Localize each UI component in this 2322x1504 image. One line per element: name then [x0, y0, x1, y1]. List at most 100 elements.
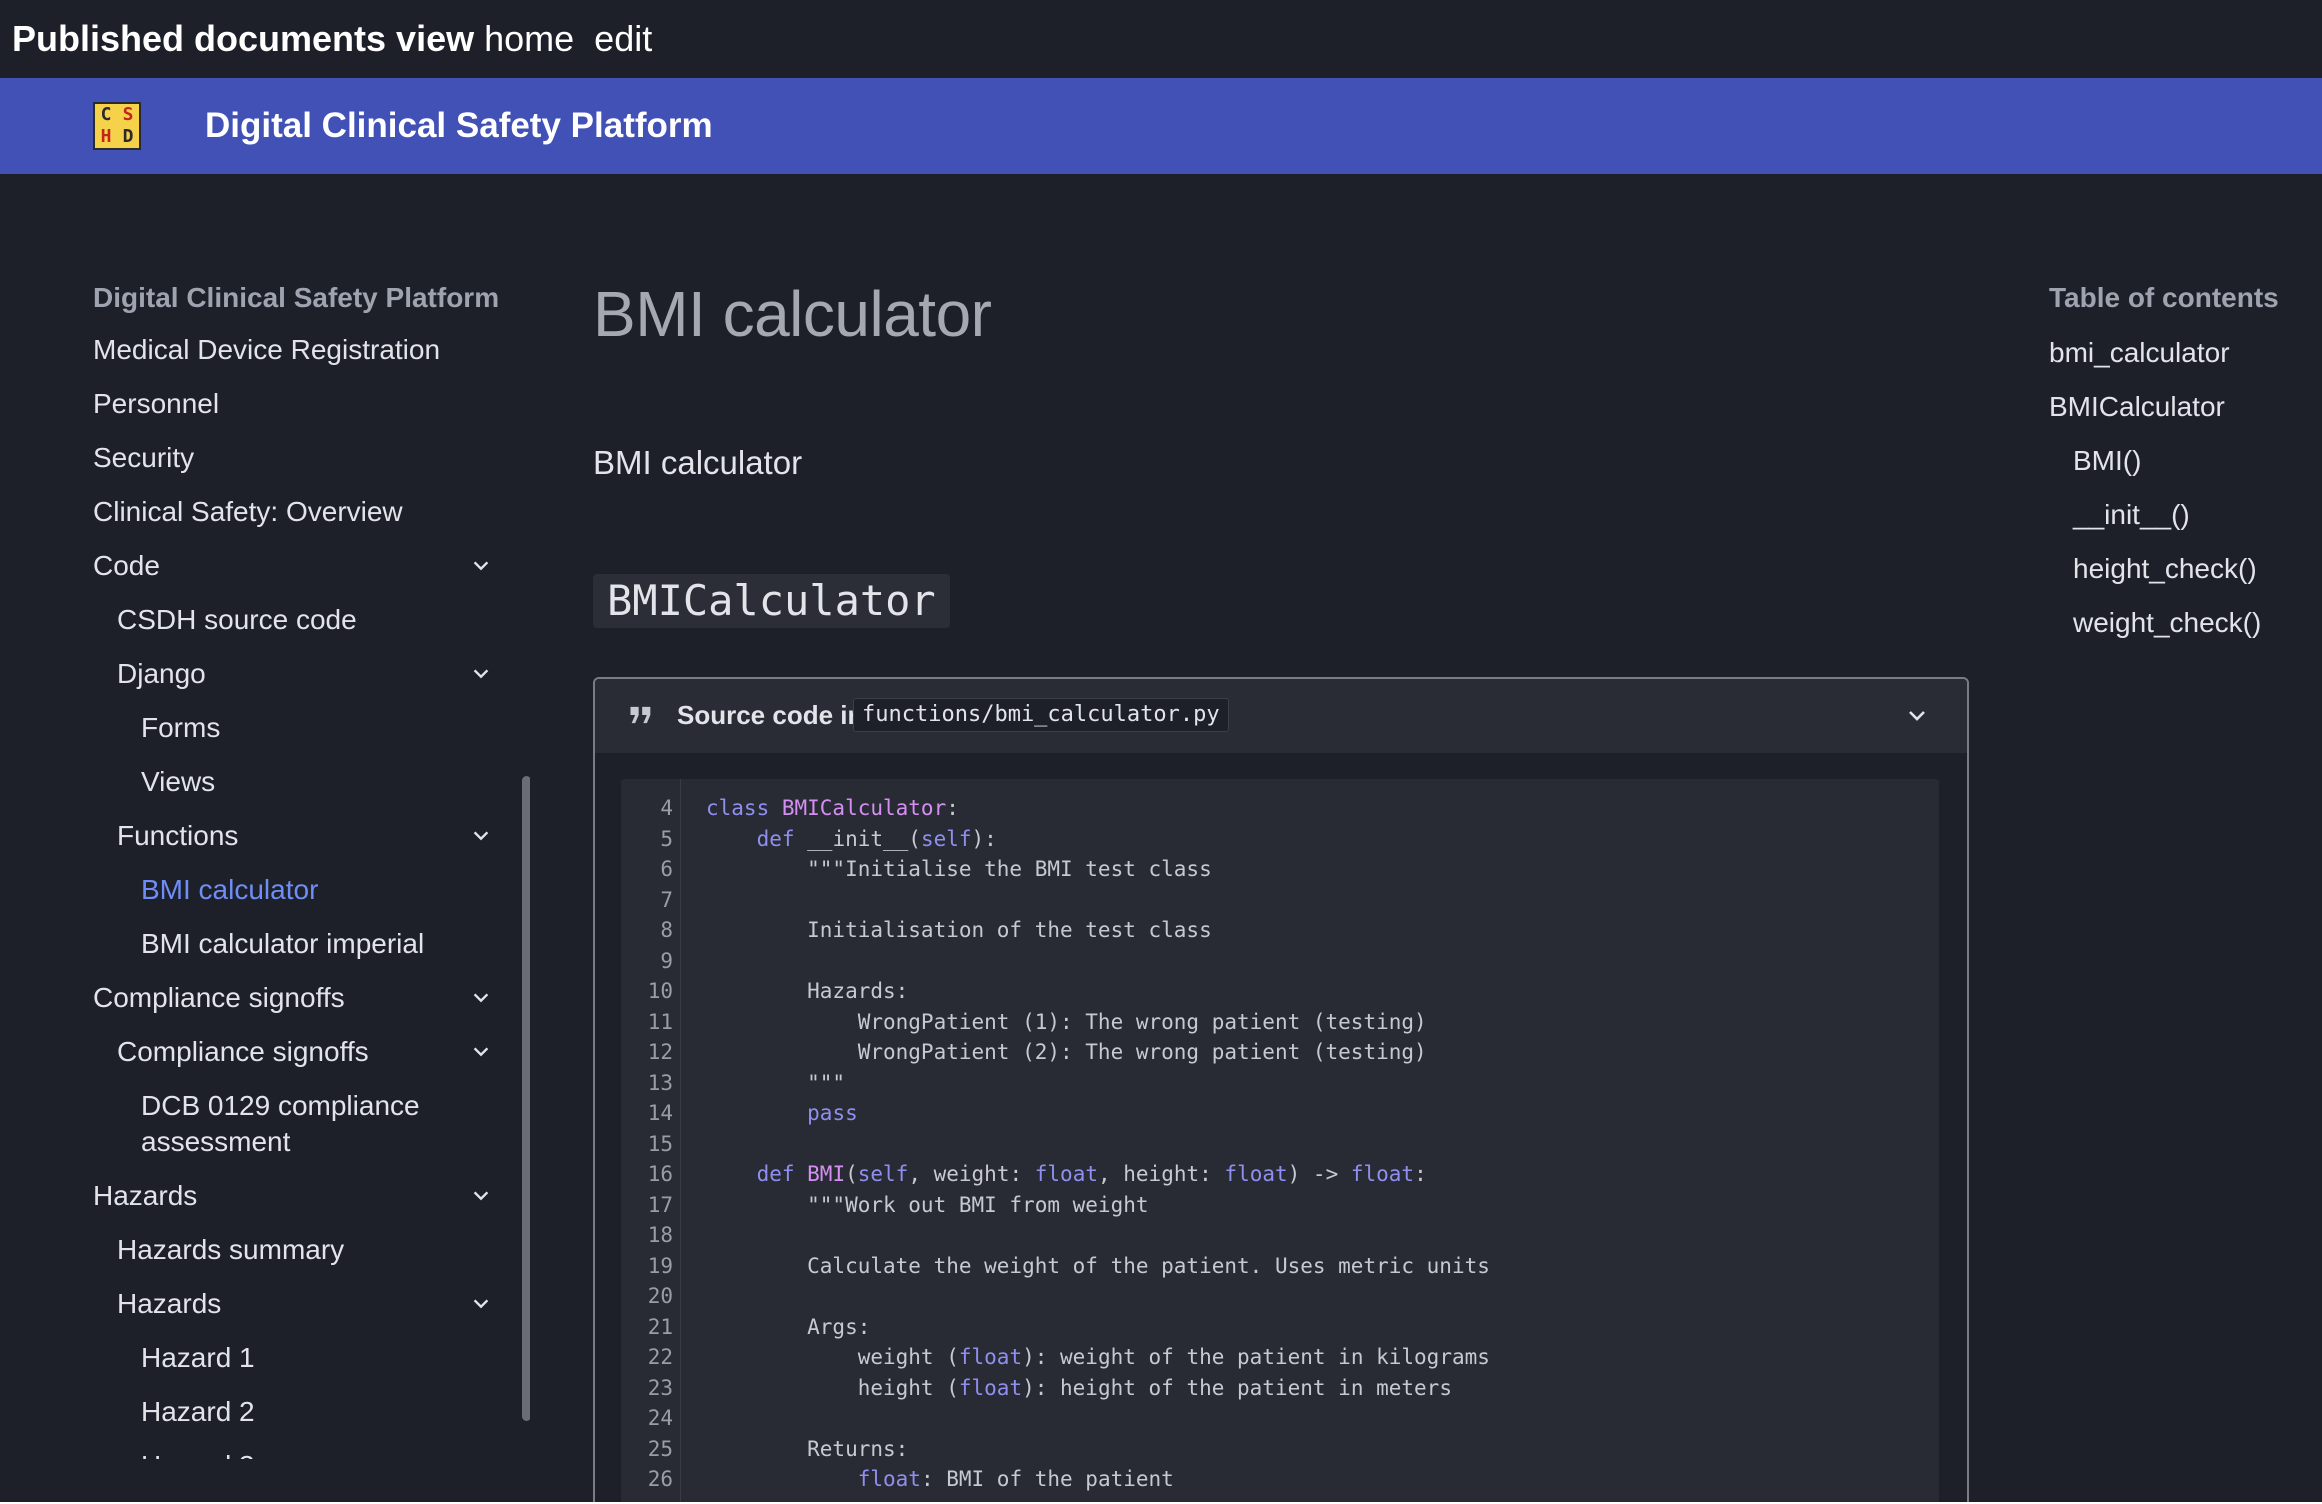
code-line: 6 """Initialise the BMI test class: [621, 854, 1939, 885]
line-number: 20: [647, 1284, 673, 1308]
code-text: Calculate the weight of the patient. Use…: [706, 1253, 1490, 1278]
sidebar-item-bmi-calculator-imperial[interactable]: BMI calculator imperial: [141, 926, 424, 962]
code-line: 21 Args:: [621, 1312, 1939, 1343]
line-number: 26: [647, 1467, 673, 1491]
code-line: 26 float: BMI of the patient: [621, 1464, 1939, 1495]
line-number: 7: [660, 887, 673, 912]
line-number: 17: [647, 1192, 673, 1217]
toc-item-bmi-calculator[interactable]: bmi_calculator: [2049, 335, 2230, 371]
line-number: 6: [660, 857, 673, 881]
source-code-toggle[interactable]: Source code in functions/bmi_calculator.…: [595, 679, 1967, 753]
page-title: BMI calculator: [593, 278, 992, 350]
code-line: 23 height (float): height of the patient…: [621, 1373, 1939, 1404]
sidebar-item-functions[interactable]: Functions: [117, 818, 238, 854]
toc-item-weight-check[interactable]: weight_check(): [2073, 605, 2261, 641]
app-bar: C S H D Digital Clinical Safety Platform: [0, 78, 2322, 174]
code-text: pass: [807, 1101, 858, 1125]
logo-icon[interactable]: C S H D: [93, 102, 141, 150]
line-number: 24: [647, 1406, 673, 1430]
sidebar-item-django[interactable]: Django: [117, 656, 206, 692]
app-title[interactable]: Digital Clinical Safety Platform: [205, 102, 713, 150]
sidebar-item-personnel[interactable]: Personnel: [93, 386, 219, 422]
class-heading: BMICalculator: [593, 574, 950, 628]
toc-item-init[interactable]: __init__(): [2073, 497, 2190, 533]
code-line: 18: [621, 1220, 1939, 1251]
sidebar-item-security[interactable]: Security: [93, 440, 194, 476]
code-text: float: BMI of the patient: [857, 1467, 1174, 1491]
sidebar-item-hazards[interactable]: Hazards: [93, 1178, 197, 1214]
line-number: 5: [660, 826, 673, 851]
sidebar-item-hazards-sub[interactable]: Hazards: [117, 1286, 221, 1322]
code-line: 13 """: [621, 1068, 1939, 1099]
code-line: 7: [621, 885, 1939, 916]
quote-icon: [627, 701, 655, 729]
line-number: 16: [647, 1162, 673, 1186]
line-number: 11: [647, 1009, 673, 1034]
doc-header: Published documents view home edit: [0, 0, 2322, 78]
sidebar-item-hazard-3[interactable]: Hazard 3: [141, 1448, 255, 1459]
source-code-label: Source code in: [677, 700, 864, 730]
chevron-down-icon[interactable]: [470, 1293, 492, 1315]
code-line: 11 WrongPatient (1): The wrong patient (…: [621, 1007, 1939, 1038]
line-number: 4: [660, 796, 673, 820]
code-text: """Work out BMI from weight: [706, 1192, 1149, 1217]
code-line: 25 Returns:: [621, 1434, 1939, 1465]
toc-item-bmi[interactable]: BMI(): [2073, 443, 2141, 479]
sidebar-item-code[interactable]: Code: [93, 548, 160, 584]
chevron-down-icon[interactable]: [470, 555, 492, 577]
edit-link[interactable]: edit: [594, 18, 652, 59]
sidebar-item-compliance-signoffs[interactable]: Compliance signoffs: [93, 980, 345, 1016]
code-text: Initialisation of the test class: [706, 918, 1212, 942]
code-line: 17 """Work out BMI from weight: [621, 1190, 1939, 1221]
line-number: 10: [647, 979, 673, 1003]
sidebar-item-bmi-calculator[interactable]: BMI calculator: [141, 872, 318, 908]
toc-item-bmicalculator[interactable]: BMICalculator: [2049, 389, 2225, 425]
nav-title: Digital Clinical Safety Platform: [93, 282, 500, 313]
chevron-down-icon[interactable]: [470, 1041, 492, 1063]
sidebar-item-hazards-summary[interactable]: Hazards summary: [117, 1232, 344, 1268]
sidebar-item-dcb-0129[interactable]: DCB 0129 compliance assessment: [141, 1088, 441, 1160]
sidebar-nav: Digital Clinical Safety Platform Medical…: [0, 174, 530, 1459]
sidebar-item-medical-device-registration[interactable]: Medical Device Registration: [93, 332, 440, 368]
code-line: 15: [621, 1129, 1939, 1160]
sidebar-item-views[interactable]: Views: [141, 764, 215, 800]
line-number: 15: [647, 1131, 673, 1156]
code-line: 22 weight (float): weight of the patient…: [621, 1342, 1939, 1373]
code-text: Args:: [706, 1314, 871, 1339]
chevron-down-icon[interactable]: [470, 825, 492, 847]
line-number: 14: [647, 1101, 673, 1125]
sidebar-item-csdh-source-code[interactable]: CSDH source code: [117, 602, 357, 638]
home-link[interactable]: home: [484, 18, 574, 59]
sidebar-item-compliance-signoffs-sub[interactable]: Compliance signoffs: [117, 1034, 369, 1070]
sidebar-item-clinical-safety-overview[interactable]: Clinical Safety: Overview: [93, 494, 403, 530]
sidebar-scrollbar[interactable]: [522, 776, 530, 1421]
chevron-down-icon[interactable]: [470, 663, 492, 685]
line-number: 8: [660, 918, 673, 942]
code-line: 4 class BMICalculator:: [621, 793, 1939, 824]
code-line: 8 Initialisation of the test class: [621, 915, 1939, 946]
code-text: """Initialise the BMI test class: [706, 857, 1212, 881]
line-number: 13: [647, 1070, 673, 1095]
line-number: 25: [647, 1436, 673, 1461]
code-text: height (float): height of the patient in…: [706, 1375, 1452, 1400]
code-line: 19 Calculate the weight of the patient. …: [621, 1251, 1939, 1282]
code-line: 20: [621, 1281, 1939, 1312]
line-number: 22: [647, 1345, 673, 1369]
sidebar-item-hazard-2[interactable]: Hazard 2: [141, 1394, 255, 1430]
code-line: 12 WrongPatient (2): The wrong patient (…: [621, 1037, 1939, 1068]
code-line: 14 pass: [621, 1098, 1939, 1129]
code-line: 16 def BMI(self, weight: float, height: …: [621, 1159, 1939, 1190]
line-number: 19: [647, 1253, 673, 1278]
source-file-path: functions/bmi_calculator.py: [853, 698, 1229, 732]
toc-item-height-check[interactable]: height_check(): [2073, 551, 2257, 587]
sidebar-item-forms[interactable]: Forms: [141, 710, 220, 746]
chevron-down-icon[interactable]: [470, 987, 492, 1009]
code-text: def BMI(self, weight: float, height: flo…: [756, 1162, 1427, 1186]
line-number: 18: [647, 1223, 673, 1247]
sidebar-item-hazard-1[interactable]: Hazard 1: [141, 1340, 255, 1376]
chevron-down-icon[interactable]: [470, 1185, 492, 1207]
line-number: 23: [647, 1375, 673, 1400]
code-text: def __init__(self):: [756, 826, 997, 851]
chevron-down-icon[interactable]: [1905, 704, 1929, 728]
code-line: 9: [621, 946, 1939, 977]
